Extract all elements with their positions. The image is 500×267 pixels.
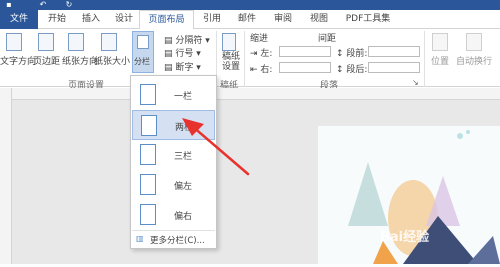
- one-column-icon: [140, 84, 156, 105]
- wrap-text-button[interactable]: 自动换行: [456, 54, 492, 67]
- tab-insert[interactable]: 插入: [74, 10, 108, 29]
- more-columns-icon: ▥: [136, 234, 144, 243]
- columns-icon: [137, 35, 149, 49]
- manuscript-icon: [222, 33, 236, 51]
- tab-page-layout[interactable]: 页面布局: [139, 10, 194, 30]
- spacing-before-label: ↕ 段前:: [336, 49, 368, 59]
- tab-references[interactable]: 引用: [196, 10, 228, 29]
- right-column-icon: [140, 204, 156, 225]
- left-column-icon: [140, 174, 156, 195]
- vertical-ruler: [0, 88, 12, 264]
- more-columns-item[interactable]: ▥ 更多分栏(C)...: [132, 230, 215, 246]
- hyphenation-button[interactable]: ▤ 断字 ▾: [164, 60, 201, 73]
- spacing-before-field[interactable]: [368, 46, 420, 57]
- spacing-after-label: ↕ 段后:: [336, 65, 368, 75]
- margins-icon: [38, 33, 54, 51]
- size-button[interactable]: 纸张大小: [94, 54, 130, 67]
- tab-mailings[interactable]: 邮件: [230, 10, 264, 29]
- breaks-button[interactable]: ▤ 分隔符 ▾: [164, 33, 210, 46]
- indent-left-label: ⇥ 左:: [250, 49, 273, 59]
- indent-right-label: ⇤ 右:: [250, 65, 273, 75]
- indent-right-field[interactable]: [279, 62, 331, 73]
- manuscript-button[interactable]: 稿纸设置: [222, 52, 240, 72]
- redo-icon[interactable]: ↻: [64, 0, 74, 10]
- three-columns-icon: [140, 144, 156, 165]
- margins-button[interactable]: 页边距: [33, 54, 60, 67]
- tab-home[interactable]: 开始: [40, 10, 74, 29]
- title-bar: [0, 0, 500, 10]
- tab-pdf-tools[interactable]: PDF工具集: [338, 10, 398, 29]
- annotation-arrow-icon: [182, 118, 250, 176]
- column-option-label: 偏右: [174, 212, 193, 222]
- column-option-right[interactable]: 偏右: [132, 200, 215, 230]
- two-columns-icon: [141, 115, 157, 136]
- orientation-button[interactable]: 纸张方向: [62, 54, 98, 67]
- position-button[interactable]: 位置: [431, 54, 449, 67]
- group-separator: [244, 31, 245, 87]
- indent-title: 缩进: [250, 34, 269, 44]
- tab-review[interactable]: 审阅: [266, 10, 300, 29]
- tab-design[interactable]: 设计: [108, 10, 140, 29]
- indent-left-field[interactable]: [279, 46, 331, 57]
- position-icon: [432, 33, 448, 51]
- wrap-text-icon: [466, 33, 482, 51]
- save-icon[interactable]: ▪: [4, 0, 14, 10]
- text-direction-icon: [6, 33, 22, 51]
- spacing-after-field[interactable]: [368, 62, 420, 73]
- columns-label: 分栏: [134, 57, 150, 66]
- watermark: Bai经验: [380, 230, 430, 245]
- more-columns-label: 更多分栏(C)...: [150, 236, 205, 246]
- text-direction-button[interactable]: 文字方向: [0, 54, 36, 67]
- spacing-title: 间距: [318, 34, 337, 44]
- paragraph-launcher-icon[interactable]: ↘: [412, 78, 419, 87]
- size-icon: [101, 33, 117, 51]
- orientation-icon: [68, 33, 84, 51]
- undo-icon[interactable]: ↶: [38, 0, 48, 10]
- group-separator: [424, 31, 425, 87]
- tab-file[interactable]: 文件: [0, 10, 38, 29]
- line-numbers-button[interactable]: ▤ 行号 ▾: [164, 46, 201, 59]
- tab-view[interactable]: 视图: [302, 10, 336, 29]
- column-option-label: 偏左: [174, 182, 193, 192]
- horizontal-ruler: [12, 88, 500, 100]
